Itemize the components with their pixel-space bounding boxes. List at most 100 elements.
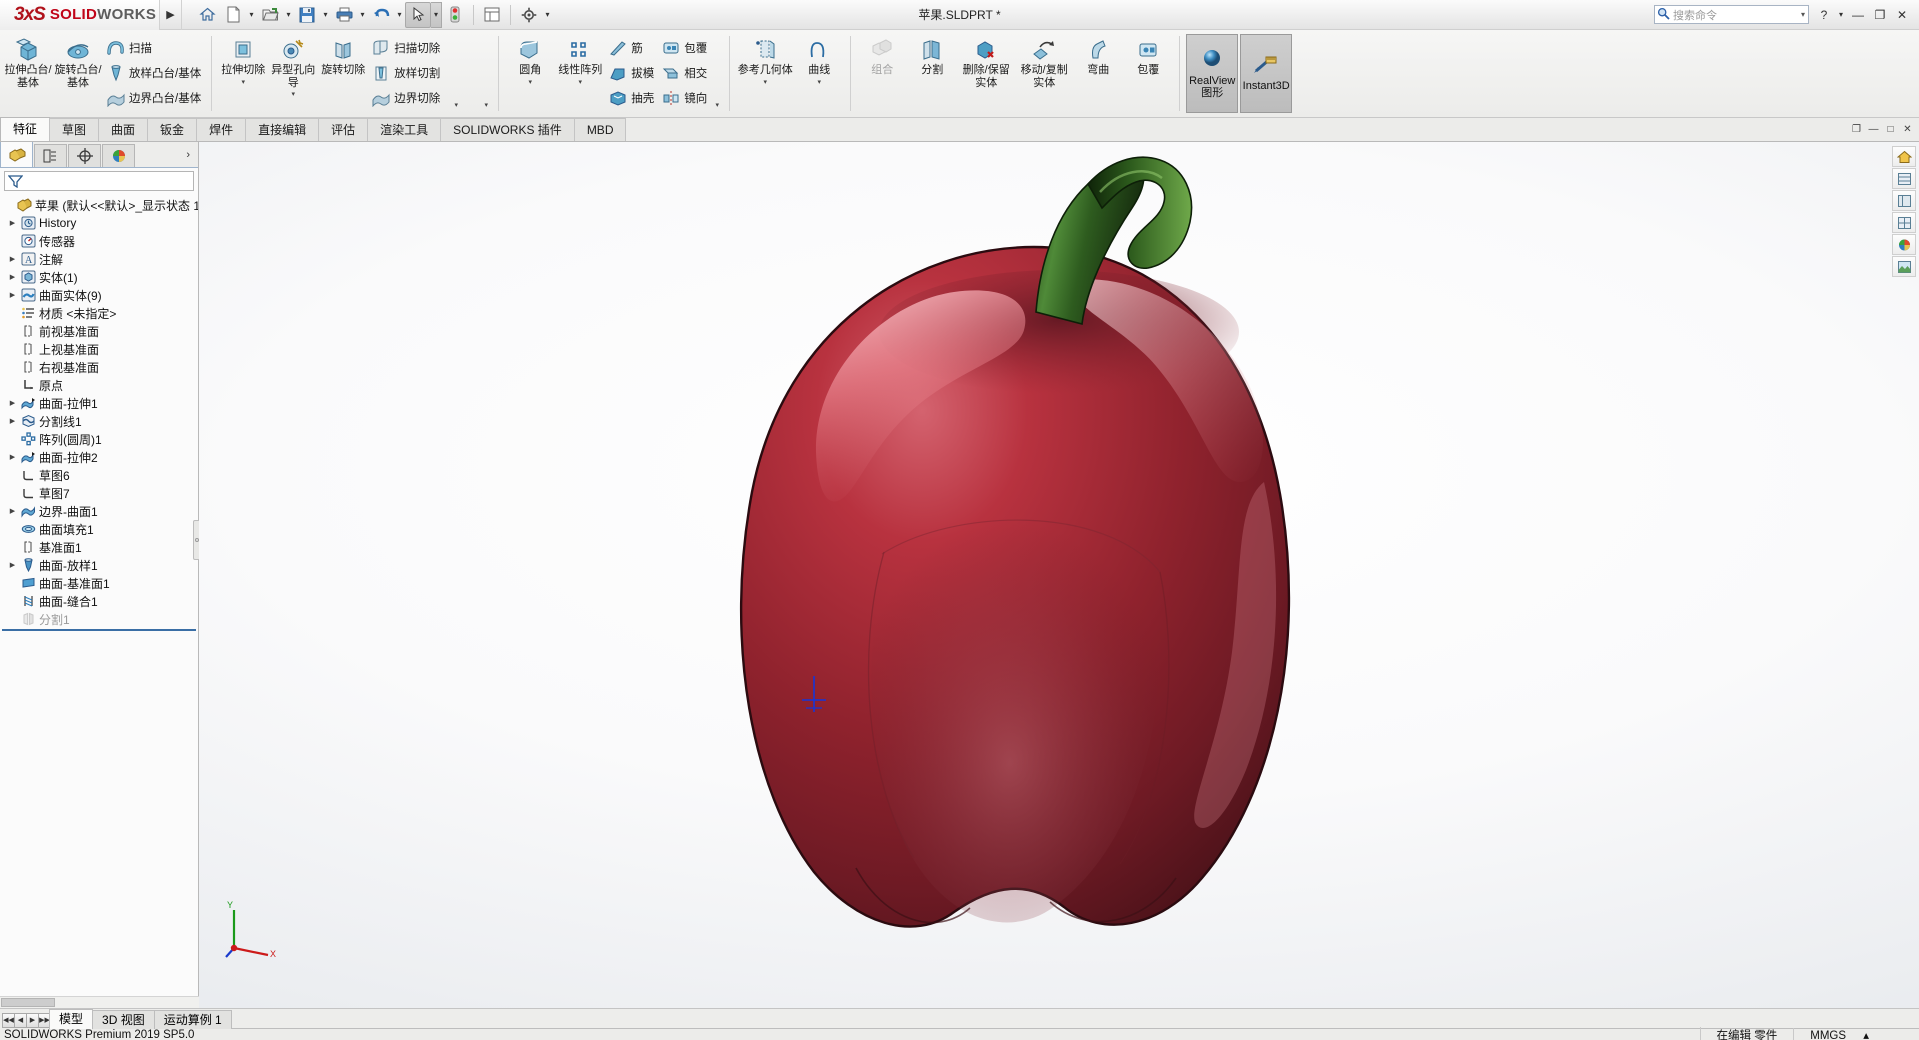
expand-arrow-icon[interactable]: ▶ <box>6 507 19 515</box>
curves-button[interactable]: 曲线 ▾ <box>794 32 844 115</box>
close-doc-icon[interactable]: ✕ <box>1900 122 1915 137</box>
open-folder-icon[interactable] <box>257 2 283 28</box>
expand-arrow-icon[interactable]: ▶ <box>6 417 19 425</box>
tree-node[interactable]: 分割1 <box>0 610 198 628</box>
tree-node[interactable]: 右视基准面 <box>0 358 198 376</box>
help-button[interactable]: ? <box>1813 0 1835 30</box>
minimize-doc-icon[interactable]: — <box>1866 122 1881 137</box>
new-document-icon[interactable] <box>220 2 246 28</box>
minimize-button[interactable]: — <box>1847 0 1869 30</box>
panel-more-arrow-icon[interactable]: › <box>186 144 198 167</box>
tree-node[interactable]: 阵列(圆周)1 <box>0 430 198 448</box>
tree-node[interactable]: 基准面1 <box>0 538 198 556</box>
tree-node[interactable]: ▶ 曲面-拉伸1 <box>0 394 198 412</box>
tree-node[interactable]: 原点 <box>0 376 198 394</box>
tree-node[interactable]: ▶ 曲面-放样1 <box>0 556 198 574</box>
new-document-caret-icon[interactable]: ▾ <box>246 2 257 28</box>
extrude-cut-button[interactable]: 拉伸切除 ▾ <box>218 32 268 115</box>
property-manager-tab[interactable] <box>34 144 67 167</box>
delete-keep-body-button[interactable]: 删除/保留实体 <box>957 32 1015 115</box>
display-manager-tab[interactable] <box>102 144 135 167</box>
tab-sheet-metal[interactable]: 钣金 <box>147 118 198 141</box>
fillet-dropdown-icon[interactable]: ▾ <box>528 77 532 89</box>
status-units-caret-icon[interactable]: ▴ <box>1849 1030 1869 1040</box>
revolve-cut-button[interactable]: 旋转切除 <box>318 32 368 115</box>
scrollbar-thumb[interactable] <box>1 998 55 1007</box>
combine-button[interactable]: 组合 <box>857 32 907 115</box>
tab-solidworks-addins[interactable]: SOLIDWORKS 插件 <box>440 118 575 141</box>
feature-manager-tab[interactable] <box>0 142 33 167</box>
restore-doc-icon[interactable]: ❐ <box>1849 122 1864 137</box>
instant3d-button[interactable]: Instant3D <box>1240 34 1293 113</box>
save-icon[interactable] <box>294 2 320 28</box>
fillet-button[interactable]: 圆角 ▾ <box>505 32 555 115</box>
tab-weldments[interactable]: 焊件 <box>196 118 247 141</box>
tree-node[interactable]: ▶ History <box>0 214 198 232</box>
features-dropdown-icon[interactable]: ▾ <box>711 99 723 111</box>
expand-arrow-icon[interactable]: ▶ <box>6 399 19 407</box>
options-gear-icon[interactable] <box>516 2 542 28</box>
mirror-button[interactable]: 镜向 <box>658 85 711 110</box>
help-caret-icon[interactable]: ▾ <box>1835 0 1847 30</box>
extrude-boss-button[interactable]: 拉伸凸台/基体 <box>3 32 53 115</box>
maximize-button[interactable]: ❐ <box>1869 0 1891 30</box>
loft-boss-button[interactable]: 放样凸台/基体 <box>103 60 205 85</box>
view-grid-icon[interactable] <box>1892 212 1916 233</box>
drawing-sheet-icon[interactable] <box>479 2 505 28</box>
options-caret-icon[interactable]: ▾ <box>542 2 553 28</box>
tree-node[interactable]: ▶ A 注解 <box>0 250 198 268</box>
expand-arrow-icon[interactable]: ▶ <box>6 453 19 461</box>
expand-arrow-icon[interactable]: ▶ <box>6 255 19 263</box>
reference-geometry-dropdown-icon[interactable]: ▾ <box>763 77 767 89</box>
bottom-tab-3d-views[interactable]: 3D 视图 <box>92 1010 155 1029</box>
appearance-sphere-icon[interactable] <box>1892 234 1916 255</box>
lofted-cut-button[interactable]: 放样切割 <box>368 60 444 85</box>
sweep-button[interactable]: 扫描 <box>103 35 205 60</box>
scene-icon[interactable] <box>1892 256 1916 277</box>
print-caret-icon[interactable]: ▾ <box>357 2 368 28</box>
tree-node[interactable]: ▶ 分割线1 <box>0 412 198 430</box>
home-icon[interactable] <box>194 2 220 28</box>
cut-dropdown-icon-2[interactable]: ▾ <box>480 99 492 111</box>
tree-node[interactable]: 前视基准面 <box>0 322 198 340</box>
shell-button[interactable]: 抽壳 <box>605 85 658 110</box>
select-arrow-icon[interactable] <box>405 1 431 28</box>
tab-evaluate[interactable]: 评估 <box>318 118 369 141</box>
boundary-cut-button[interactable]: 边界切除 <box>368 85 444 110</box>
hole-wizard-dropdown-icon[interactable]: ▾ <box>291 89 295 101</box>
tree-node[interactable]: 草图6 <box>0 466 198 484</box>
view-pane-icon[interactable] <box>1892 190 1916 211</box>
menu-expand-arrow-icon[interactable]: ▶ <box>160 0 182 30</box>
bottom-tab-model[interactable]: 模型 <box>49 1009 94 1029</box>
tab-sketch[interactable]: 草图 <box>49 118 100 141</box>
reference-geometry-button[interactable]: 参考几何体 ▾ <box>736 32 794 115</box>
rebuild-icon[interactable] <box>442 2 468 28</box>
save-caret-icon[interactable]: ▾ <box>320 2 331 28</box>
move-copy-body-button[interactable]: 移动/复制实体 <box>1015 32 1073 115</box>
swept-cut-button[interactable]: 扫描切除 <box>368 35 444 60</box>
search-command-box[interactable]: 搜索命令 ▾ <box>1654 5 1809 24</box>
apple-3d-model[interactable] <box>484 152 1584 972</box>
tree-node[interactable]: 苹果 (默认<<默认>_显示状态 1>) <box>0 196 198 214</box>
print-icon[interactable] <box>331 2 357 28</box>
tree-node[interactable]: ▶ 曲面实体(9) <box>0 286 198 304</box>
expand-arrow-icon[interactable]: ▶ <box>6 291 19 299</box>
maximize-doc-icon[interactable]: □ <box>1883 122 1898 137</box>
graphics-viewport[interactable]: ▾ ▾ ▾ ▾ ▾ ▾ <box>199 142 1919 1008</box>
tree-node[interactable]: 曲面-基准面1 <box>0 574 198 592</box>
cut-dropdown-icon-1[interactable]: ▾ <box>450 99 462 111</box>
intersect-button[interactable]: 相交 <box>658 60 711 85</box>
tree-node[interactable]: 曲面-缝合1 <box>0 592 198 610</box>
tree-node[interactable]: 上视基准面 <box>0 340 198 358</box>
undo-caret-icon[interactable]: ▾ <box>394 2 405 28</box>
expand-arrow-icon[interactable]: ▶ <box>6 219 19 227</box>
boundary-boss-button[interactable]: 边界凸台/基体 <box>103 85 205 110</box>
tree-node[interactable]: 传感器 <box>0 232 198 250</box>
tree-node[interactable]: 材质 <未指定> <box>0 304 198 322</box>
wrap-button[interactable]: 包覆 <box>658 35 711 60</box>
draft-button[interactable]: 拔模 <box>605 60 658 85</box>
extrude-cut-dropdown-icon[interactable]: ▾ <box>241 77 245 89</box>
tree-node[interactable]: ▶ 实体(1) <box>0 268 198 286</box>
tab-features[interactable]: 特征 <box>0 117 51 141</box>
select-caret-icon[interactable]: ▾ <box>431 1 442 28</box>
